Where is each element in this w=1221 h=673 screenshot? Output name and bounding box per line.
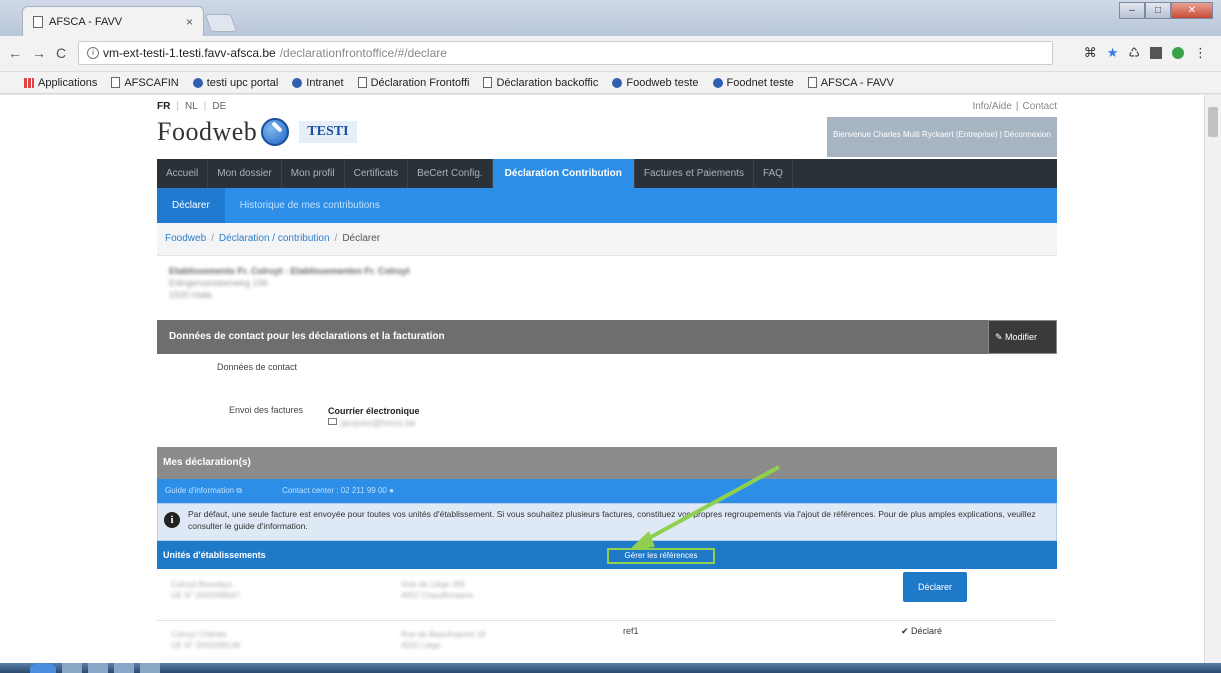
forward-icon[interactable]: →	[32, 45, 46, 61]
page-viewport: FR | NL | DE Info/Aide | Contact Foodweb…	[0, 95, 1221, 663]
bookmark-label: Applications	[38, 76, 98, 89]
page-icon	[33, 15, 43, 28]
bookmark-label: Foodnet teste	[726, 76, 794, 89]
bookmark-item[interactable]: AFSCAFIN	[111, 76, 179, 89]
page-icon	[483, 77, 493, 88]
bookmark-label: Déclaration backoffic	[496, 76, 599, 89]
extension-icons: ⌘ ★ ♺ ⋮	[1084, 45, 1207, 61]
taskbar-item[interactable]	[140, 663, 160, 673]
menu-icon[interactable]: ⋮	[1194, 45, 1207, 61]
green-extension-icon[interactable]	[1172, 47, 1184, 59]
bookmark-label: Foodweb teste	[626, 76, 699, 89]
bookmark-star-icon[interactable]: ★	[1107, 45, 1119, 61]
browser-tab[interactable]: AFSCA - FAVV ×	[22, 6, 204, 36]
bookmark-item[interactable]: Foodnet teste	[712, 76, 794, 89]
apps-icon	[24, 77, 34, 88]
browser-toolbar: ← → C i vm-ext-testi-1.testi.favv-afsca.…	[0, 36, 1221, 72]
bookmark-label: AFSCAFIN	[124, 76, 179, 89]
bookmark-item[interactable]: Foodweb teste	[612, 76, 699, 89]
annotation-arrow	[629, 465, 780, 550]
bookmark-item[interactable]: AFSCA - FAVV	[807, 76, 894, 89]
page-icon	[111, 77, 121, 88]
window-controls: – □ ✕	[1119, 2, 1213, 19]
close-window-button[interactable]: ✕	[1171, 2, 1213, 19]
page-icon	[357, 77, 367, 88]
globe-icon	[612, 77, 623, 88]
arrow-head	[629, 531, 655, 550]
recycle-icon[interactable]: ♺	[1128, 45, 1140, 61]
tab-close-icon[interactable]: ×	[186, 15, 193, 29]
os-taskbar	[0, 663, 1221, 673]
minimize-button[interactable]: –	[1119, 2, 1145, 19]
bookmark-label: AFSCA - FAVV	[820, 76, 894, 89]
info-icon[interactable]: i	[87, 47, 99, 59]
url-path: /declarationfrontoffice/#/declare	[279, 46, 447, 60]
page-icon	[807, 77, 817, 88]
bookmark-item[interactable]: testi upc portal	[192, 76, 279, 89]
taskbar-item[interactable]	[62, 663, 82, 673]
taskbar-item[interactable]	[114, 663, 134, 673]
new-tab-button[interactable]	[204, 14, 238, 32]
url-host: vm-ext-testi-1.testi.favv-afsca.be	[103, 46, 276, 60]
bookmark-label: Intranet	[306, 76, 344, 89]
globe-icon	[192, 77, 203, 88]
translate-icon[interactable]: ⌘	[1084, 45, 1097, 61]
scrollbar-thumb[interactable]	[1208, 107, 1218, 137]
maximize-button[interactable]: □	[1145, 2, 1171, 19]
page-scrollbar[interactable]	[1204, 95, 1221, 663]
address-bar[interactable]: i vm-ext-testi-1.testi.favv-afsca.be/dec…	[78, 41, 1053, 65]
bookmark-item[interactable]: Déclaration backoffic	[483, 77, 598, 89]
bookmark-label: testi upc portal	[206, 76, 279, 89]
reload-icon[interactable]: C	[56, 45, 66, 61]
tab-title: AFSCA - FAVV	[49, 15, 123, 28]
back-icon[interactable]: ←	[8, 45, 22, 61]
bookmark-item[interactable]: Applications	[24, 77, 97, 89]
bookmark-label: Déclaration Frontoffi	[370, 76, 470, 89]
bookmark-item[interactable]: Déclaration Frontoffi	[357, 76, 470, 89]
globe-icon	[292, 77, 303, 88]
taskbar-item[interactable]	[88, 663, 108, 673]
bookmarks-bar: Applications AFSCAFIN testi upc portal Intr…	[0, 72, 1221, 94]
extension-icon[interactable]	[1150, 47, 1162, 59]
bookmark-item[interactable]: Intranet	[292, 76, 344, 89]
foodweb-site: FR | NL | DE Info/Aide | Contact Foodweb…	[157, 95, 1057, 663]
browser-tabbar: AFSCA - FAVV × – □ ✕	[0, 0, 1221, 36]
start-button[interactable]	[30, 663, 56, 673]
nav-buttons: ← → C	[8, 45, 66, 61]
globe-icon	[712, 77, 723, 88]
arrow-shaft	[639, 465, 780, 545]
